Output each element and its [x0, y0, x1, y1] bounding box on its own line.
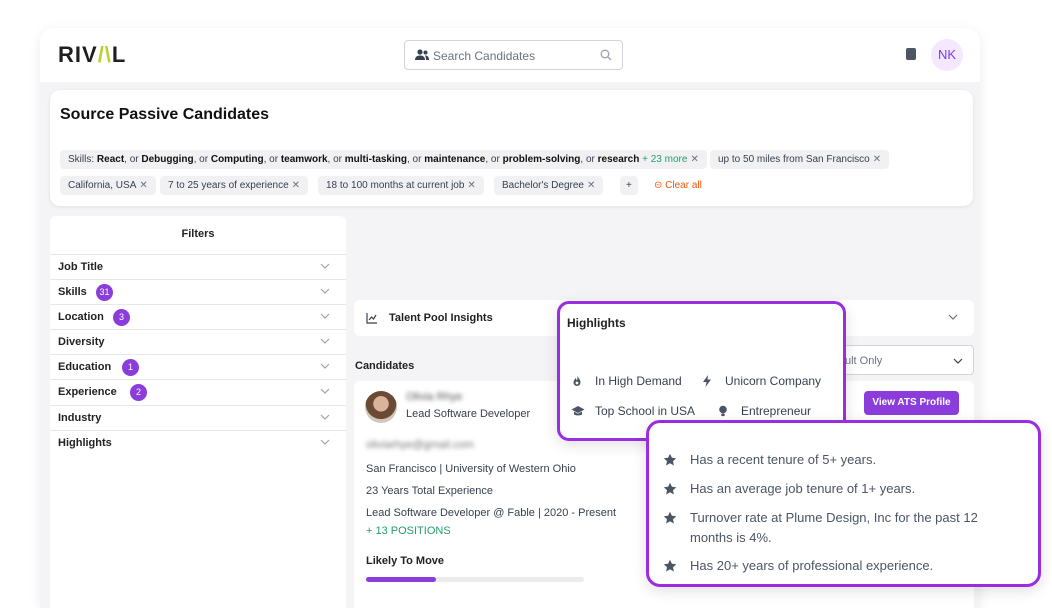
insights-title: Talent Pool Insights	[389, 312, 493, 324]
filter-highlights[interactable]: Highlights	[50, 430, 346, 455]
filter-count-badge: 1	[122, 359, 139, 376]
likely-to-move-label: Likely To Move	[366, 555, 445, 567]
remove-chip-icon[interactable]: ✕	[587, 180, 595, 191]
tenure-insight-item: Has 20+ years of professional experience…	[663, 556, 1023, 576]
filter-location[interactable]: Location 3	[50, 304, 346, 329]
filter-diversity[interactable]: Diversity	[50, 329, 346, 354]
clear-all-button[interactable]: ⊝ Clear all	[654, 176, 702, 195]
top-bar: RIV/\L Search Candidates NK	[40, 28, 980, 82]
degree-chip[interactable]: Bachelor's Degree ✕	[494, 176, 604, 195]
star-icon	[663, 482, 677, 495]
chevron-down-icon	[320, 414, 330, 420]
filter-education[interactable]: Education 1	[50, 354, 346, 379]
tenure-insight-item: Turnover rate at Plume Design, Inc for t…	[663, 508, 1023, 548]
filter-label: Education	[58, 361, 112, 373]
candidate-current-position: Lead Software Developer @ Fable | 2020 -…	[366, 507, 617, 519]
candidate-location-school: San Francisco | University of Western Oh…	[366, 463, 576, 475]
chevron-down-icon[interactable]	[948, 313, 958, 321]
clear-icon: ⊝	[654, 180, 666, 191]
filters-title: Filters	[181, 228, 215, 240]
filter-label: Skills	[58, 286, 87, 298]
search-input[interactable]: Search Candidates	[404, 40, 623, 70]
remove-chip-icon[interactable]: ✕	[139, 180, 147, 191]
star-icon	[663, 453, 677, 466]
chevron-down-icon	[320, 313, 330, 319]
candidate-experience: 23 Years Total Experience	[366, 485, 493, 497]
filter-label: Highlights	[58, 437, 112, 449]
chevron-down-icon	[320, 288, 330, 294]
candidate-role: Lead Software Developer	[406, 408, 531, 420]
filter-label: Experience	[58, 386, 117, 398]
line-chart-icon	[366, 313, 377, 324]
location-chip[interactable]: California, USA ✕	[60, 176, 156, 195]
chevron-down-icon	[320, 439, 330, 445]
chevron-down-icon	[320, 263, 330, 269]
filters-panel: Filters Job Title Skills 31 Location 3 Divers…	[50, 216, 346, 608]
filter-label: Industry	[58, 412, 102, 424]
search-placeholder: Search Candidates	[433, 49, 536, 63]
filter-count-badge: 2	[130, 384, 147, 401]
star-icon	[663, 559, 677, 572]
tenure-insight-item: Has a recent tenure of 5+ years.	[663, 450, 1023, 470]
chevron-down-icon	[320, 388, 330, 394]
filter-label: Location	[58, 311, 104, 323]
result-filter-select[interactable]: ult Only	[830, 345, 974, 375]
filter-count-badge: 31	[96, 284, 113, 301]
highlights-title: Highlights	[567, 316, 626, 330]
page-title: Source Passive Candidates	[60, 106, 269, 123]
lightbulb-icon	[719, 405, 727, 417]
filter-experience[interactable]: Experience 2	[50, 379, 346, 404]
filter-industry[interactable]: Industry	[50, 405, 346, 430]
people-icon	[415, 49, 429, 60]
candidates-heading: Candidates	[355, 360, 415, 372]
more-positions-link[interactable]: + 13 POSITIONS	[366, 525, 451, 537]
view-ats-profile-button[interactable]: View ATS Profile	[864, 391, 959, 415]
skills-chip[interactable]: Skills: React, or Debugging, or Computin…	[60, 150, 707, 169]
likely-to-move-fill	[366, 577, 436, 582]
remove-chip-icon[interactable]: ✕	[467, 180, 475, 191]
filter-job-title[interactable]: Job Title	[50, 254, 346, 279]
candidate-name[interactable]: Olivia Rhye	[406, 391, 462, 403]
chevron-down-icon	[320, 338, 330, 344]
filter-label: Diversity	[58, 336, 105, 348]
star-icon	[663, 511, 677, 524]
search-icon[interactable]	[600, 49, 612, 61]
experience-chip[interactable]: 7 to 25 years of experience ✕	[160, 176, 309, 195]
add-filter-button[interactable]: +	[620, 176, 638, 195]
clipboard-icon[interactable]	[906, 48, 916, 60]
result-filter-value: ult Only	[845, 355, 883, 367]
tenure-chip[interactable]: 18 to 100 months at current job ✕	[318, 176, 484, 195]
user-avatar[interactable]: NK	[931, 39, 963, 71]
remove-chip-icon[interactable]: ✕	[690, 154, 698, 165]
distance-chip[interactable]: up to 50 miles from San Francisco ✕	[710, 150, 890, 169]
filter-count-badge: 3	[113, 309, 130, 326]
source-panel: Source Passive Candidates Skills: React,…	[50, 90, 973, 206]
filter-skills[interactable]: Skills 31	[50, 279, 346, 304]
chevron-down-icon	[320, 363, 330, 369]
remove-chip-icon[interactable]: ✕	[873, 154, 881, 165]
graduation-cap-icon	[571, 406, 585, 416]
tenure-insights-popover: Has a recent tenure of 5+ years. Has an …	[646, 420, 1041, 587]
bolt-icon	[703, 375, 711, 387]
flame-icon	[573, 375, 581, 386]
remove-chip-icon[interactable]: ✕	[292, 180, 300, 191]
chevron-down-icon	[953, 358, 963, 364]
candidate-avatar	[365, 391, 397, 423]
likely-to-move-bar	[366, 577, 584, 582]
candidate-email: oliviarhye@gmail.com	[366, 439, 474, 451]
tenure-insight-item: Has an average job tenure of 1+ years.	[663, 479, 1023, 499]
filter-label: Job Title	[58, 261, 104, 273]
rival-logo[interactable]: RIV/\L	[58, 42, 126, 68]
